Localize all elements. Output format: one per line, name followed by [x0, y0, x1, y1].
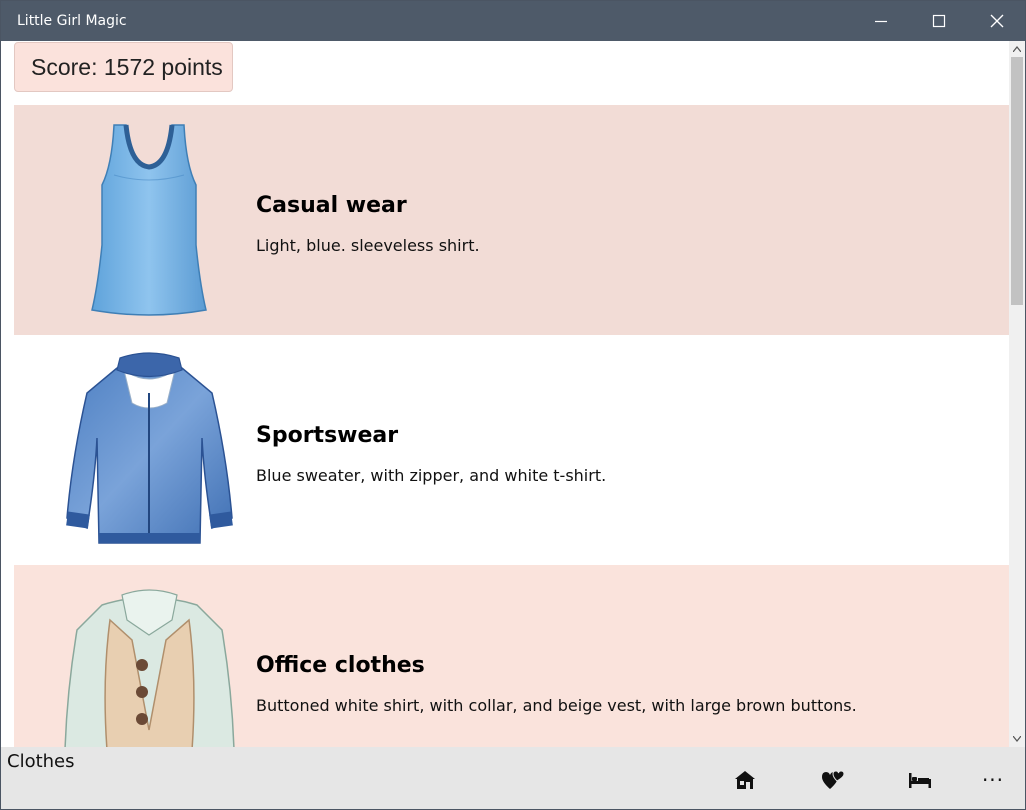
scroll-down-button[interactable] [1009, 731, 1025, 747]
window-controls [852, 0, 1026, 41]
hearts-icon [822, 770, 845, 789]
list-item-sportswear[interactable]: Sportswear Blue sweater, with zipper, an… [14, 335, 1009, 565]
home-button[interactable] [725, 765, 765, 795]
sleeveless-blue-top-image [34, 105, 264, 335]
minimize-button[interactable] [852, 0, 910, 41]
item-description: Buttoned white shirt, with collar, and b… [256, 696, 857, 715]
scroll-up-button[interactable] [1009, 41, 1025, 57]
command-bar: Clothes ··· [1, 747, 1025, 809]
list-item-casual-wear[interactable]: Casual wear Light, blue. sleeveless shir… [14, 105, 1009, 335]
clothes-list-view[interactable]: Score: 1572 points Casual wear Light, bl… [1, 41, 1009, 747]
title-bar: Little Girl Magic [0, 0, 1026, 41]
score-label: Score: 1572 points [31, 53, 223, 80]
item-title: Casual wear [256, 193, 407, 218]
more-icon: ··· [981, 768, 1005, 792]
maximize-icon [932, 14, 946, 27]
item-description: Blue sweater, with zipper, and white t-s… [256, 466, 607, 485]
favorites-button[interactable] [813, 765, 853, 795]
list-item-office-clothes[interactable]: Office clothes Buttoned white shirt, wit… [14, 565, 1009, 747]
window-title: Little Girl Magic [17, 12, 127, 29]
close-icon [990, 14, 1004, 27]
scrollbar-thumb[interactable] [1011, 57, 1023, 305]
item-title: Sportswear [256, 423, 399, 448]
blue-zip-sweater-image [34, 335, 264, 565]
item-title: Office clothes [256, 653, 425, 678]
item-description: Light, blue. sleeveless shirt. [256, 236, 480, 255]
score-display: Score: 1572 points [14, 42, 233, 92]
house-icon [735, 771, 755, 789]
maximize-button[interactable] [910, 0, 968, 41]
bedroom-button[interactable] [900, 765, 940, 795]
chevron-up-icon [1013, 46, 1021, 52]
vertical-scrollbar[interactable] [1009, 41, 1025, 747]
bed-icon [909, 773, 931, 788]
shirt-beige-vest-image [34, 565, 264, 747]
minimize-icon [875, 20, 887, 22]
page-label: Clothes [7, 751, 75, 772]
chevron-down-icon [1013, 736, 1021, 742]
more-button[interactable]: ··· [973, 765, 1013, 795]
close-button[interactable] [968, 0, 1026, 41]
